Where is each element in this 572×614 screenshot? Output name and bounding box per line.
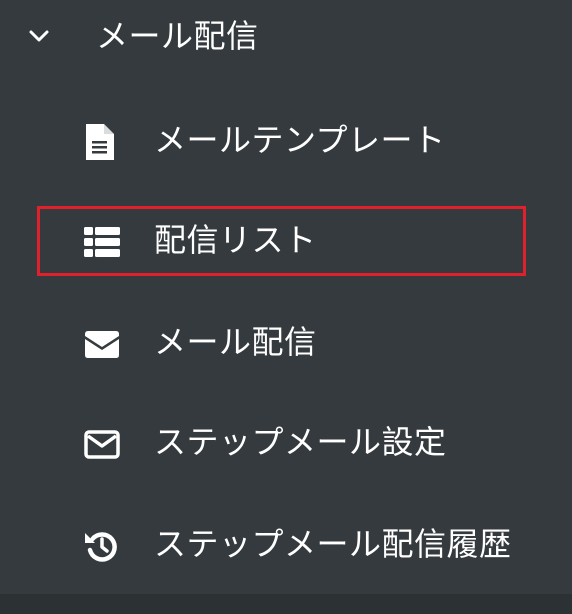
file-document-icon	[82, 124, 122, 160]
envelope-outline-icon	[82, 426, 122, 462]
menu-item-label: 配信リスト	[154, 221, 317, 259]
menu-item-mail-template[interactable]: メールテンプレート	[0, 94, 572, 190]
menu-item-mail-delivery[interactable]: メール配信	[0, 296, 572, 392]
menu-item-label: ステップメール設定	[154, 423, 447, 461]
menu-item-step-mail-settings[interactable]: ステップメール設定	[0, 396, 572, 492]
envelope-filled-icon	[82, 326, 122, 362]
menu-item-label: メールテンプレート	[154, 121, 446, 159]
history-icon	[82, 528, 122, 564]
section-title: メール配信	[96, 17, 259, 55]
list-icon	[82, 224, 122, 260]
menu-item-label: ステップメール配信履歴	[154, 525, 512, 563]
chevron-down-icon[interactable]	[27, 26, 51, 46]
menu-item-step-mail-history[interactable]: ステップメール配信履歴	[0, 498, 572, 594]
menu-item-delivery-list[interactable]: 配信リスト	[0, 194, 572, 290]
sidebar: メール配信 メールテンプレート 配信リスト メール配信 ステップメール設定 ステ…	[0, 0, 572, 614]
sidebar-bottom-divider	[0, 594, 572, 614]
section-header-mail-delivery[interactable]: メール配信	[0, 0, 572, 76]
menu-item-label: メール配信	[154, 323, 317, 361]
